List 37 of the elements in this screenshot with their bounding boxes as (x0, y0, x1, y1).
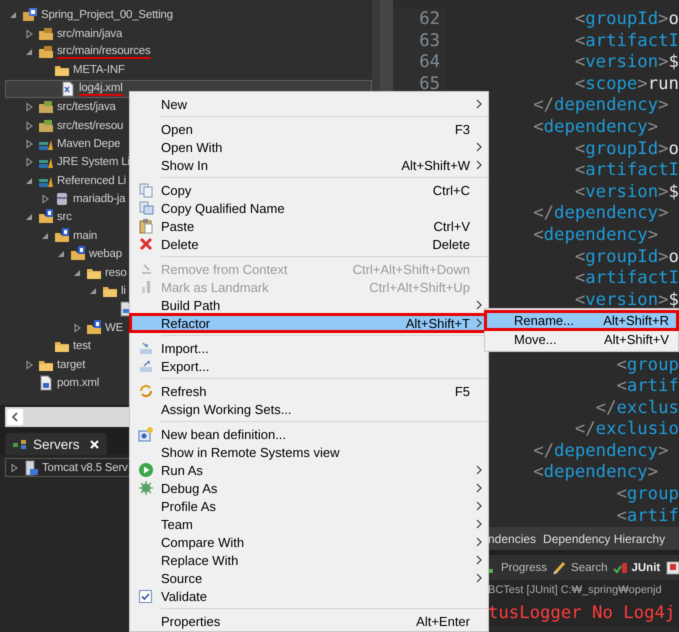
line-number: 62 (393, 9, 445, 31)
code-line: <version>$ (574, 182, 679, 204)
code-line: <groupId>o (574, 9, 679, 31)
keyboard-shortcut: Delete (432, 236, 470, 252)
code-line: </exclus (596, 398, 679, 420)
code-line: <dependency> (533, 462, 658, 484)
keyboard-shortcut: Alt+Shift+V (604, 332, 669, 347)
keyboard-shortcut: Ctrl+Alt+Shift+Down (352, 262, 470, 276)
code-line: </dependency> (533, 203, 668, 225)
code-line: </exclusio (574, 419, 679, 441)
line-number: 63 (393, 30, 445, 52)
keyboard-shortcut: Alt+Shift+R (603, 313, 669, 328)
code-line: <artifactI (574, 268, 679, 290)
code-line: <artifactI (574, 30, 679, 52)
code-line: </dependency> (533, 440, 668, 462)
code-line: <groupId>o (574, 138, 679, 160)
code-line: <group (616, 484, 679, 506)
keyboard-shortcut: Alt+Enter (416, 614, 470, 628)
keyboard-shortcut: Ctrl+C (432, 182, 470, 198)
code-line: <dependency> (533, 116, 658, 139)
line-number: 64 (393, 52, 445, 74)
code-line: <artif (616, 506, 679, 527)
code-line: <artif (616, 376, 679, 398)
keyboard-shortcut: F3 (454, 122, 470, 136)
keyboard-shortcut: Alt+Shift+T (406, 316, 470, 330)
code-line: <artifactI (574, 160, 679, 182)
keyboard-shortcut: Ctrl+Alt+Shift+Up (369, 280, 470, 294)
code-line: <version>$ (574, 52, 679, 74)
code-line: <version>$ (574, 290, 679, 312)
keyboard-shortcut: F5 (454, 384, 470, 398)
code-line: </dependency> (533, 95, 668, 117)
code-line: <dependency> (533, 224, 658, 247)
code-line: <groupId>o (574, 246, 679, 268)
code-line: <scope>run (574, 74, 679, 96)
code-line: <group (616, 354, 679, 376)
keyboard-shortcut: Alt+Shift+W (401, 158, 470, 172)
keyboard-shortcut: Ctrl+V (434, 218, 470, 234)
